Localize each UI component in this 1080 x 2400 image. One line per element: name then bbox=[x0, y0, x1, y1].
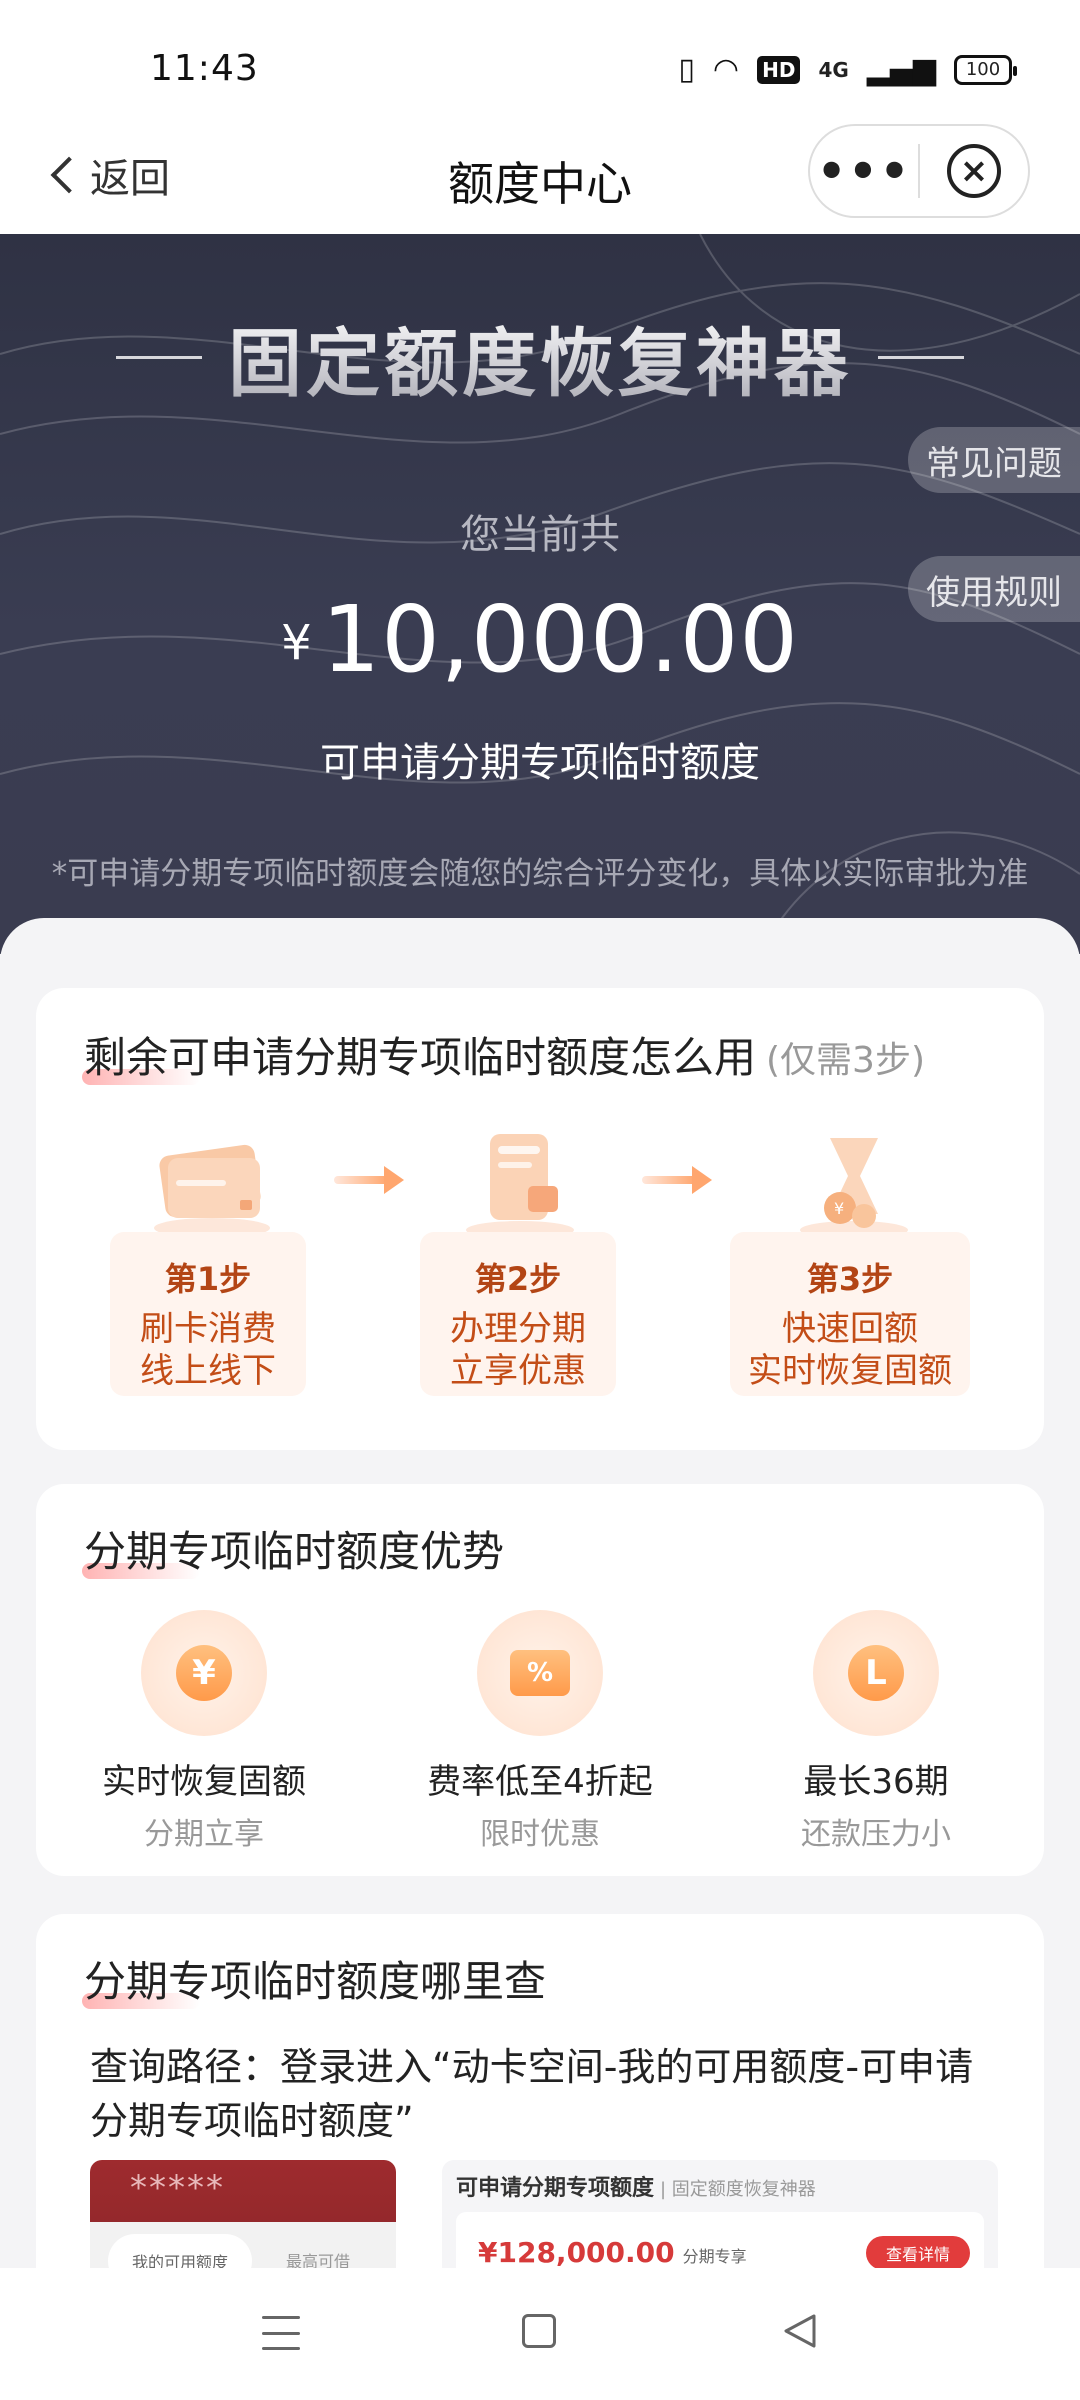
advantage-item: % 费率低至4折起 限时优惠 bbox=[390, 1610, 690, 1853]
wifi-icon: ◠ bbox=[712, 52, 740, 87]
step-1-title: 第1步 bbox=[164, 1260, 252, 1298]
advantages-card: 分期专项临时额度优势 ¥ 实时恢复固额 分期立享 % 费率低至4折起 限时优惠 … bbox=[36, 1484, 1044, 1876]
advantages-title-text: 分期专项临时额度优势 bbox=[84, 1527, 505, 1576]
hero-banner: 固定额度恢复神器 常见问题 使用规则 您当前共 ¥10,000.00 可申请分期… bbox=[0, 234, 1080, 954]
title-divider-right bbox=[878, 356, 964, 359]
where-to-check-title-text: 分期专项临时额度哪里查 bbox=[84, 1957, 547, 2006]
how-to-use-card: 剩余可申请分期专项临时额度怎么用 (仅需3步) ¥ 第1步 刷卡消费 线上线下 … bbox=[36, 988, 1044, 1450]
advantage-sub: 分期立享 bbox=[144, 1817, 264, 1852]
advantage-item: ¥ 实时恢复固额 分期立享 bbox=[54, 1610, 354, 1853]
query-path-text: 查询路径：登录进入“动卡空间-我的可用额度-可申请分期专项临时额度” bbox=[90, 2045, 974, 2143]
step-3: 第3步 快速回额 实时恢复固额 bbox=[730, 1232, 970, 1396]
advantage-label: 费率低至4折起 bbox=[427, 1762, 653, 1802]
status-bar: 11:43 ▯ ◠ HD 4G ▂▄▆ 100 bbox=[0, 0, 1080, 118]
advantage-sub: 限时优惠 bbox=[480, 1817, 600, 1852]
step-3-line1: 快速回额 bbox=[782, 1309, 918, 1349]
faq-tab[interactable]: 常见问题 bbox=[908, 427, 1080, 493]
hero-title: 固定额度恢复神器 bbox=[228, 304, 852, 411]
advantage-label: 实时恢复固额 bbox=[102, 1762, 306, 1802]
status-time: 11:43 bbox=[150, 48, 259, 89]
content-area: 剩余可申请分期专项临时额度怎么用 (仅需3步) ¥ 第1步 刷卡消费 线上线下 … bbox=[0, 918, 1080, 2360]
where-to-check-title: 分期专项临时额度哪里查 bbox=[81, 1948, 547, 2009]
mini-program-capsule: ••• × bbox=[808, 124, 1030, 218]
currency-symbol: ¥ bbox=[281, 615, 312, 671]
advantage-item: L 最长36期 还款压力小 bbox=[726, 1610, 1026, 1853]
hero-title-row: 固定额度恢复神器 bbox=[0, 304, 1080, 411]
screenshot-header: 可申请分期专项额度 | 固定额度恢复神器 bbox=[456, 2176, 816, 2201]
nav-bar: 返回 额度中心 ••• × bbox=[0, 118, 1080, 234]
advantage-sub: 还款压力小 bbox=[801, 1817, 951, 1852]
menu-icon[interactable] bbox=[262, 2316, 300, 2350]
step-3-title: 第3步 bbox=[806, 1260, 894, 1298]
vibrate-icon: ▯ bbox=[678, 52, 695, 87]
how-to-use-title: 剩余可申请分期专项临时额度怎么用 (仅需3步) bbox=[81, 1024, 926, 1085]
step-1: 第1步 刷卡消费 线上线下 bbox=[110, 1232, 306, 1396]
phone-installment-icon bbox=[466, 1134, 574, 1239]
how-to-use-title-text: 剩余可申请分期专项临时额度怎么用 bbox=[84, 1033, 757, 1082]
amount-label: 可申请分期专项临时额度 bbox=[320, 740, 760, 786]
step-2-line2: 立享优惠 bbox=[450, 1351, 586, 1391]
hd-icon: HD bbox=[757, 55, 801, 84]
home-icon[interactable] bbox=[522, 2314, 556, 2348]
system-nav-bar bbox=[0, 2268, 1080, 2400]
screenshot-amount: ¥128,000.00 分期专享 bbox=[478, 2236, 747, 2269]
hero-subtitle: 您当前共 bbox=[460, 512, 620, 558]
title-divider-left bbox=[116, 356, 202, 359]
step-2-title: 第2步 bbox=[474, 1260, 562, 1298]
back-triangle-icon[interactable] bbox=[782, 2312, 818, 2350]
coin-hourglass-icon: ¥ bbox=[800, 1138, 908, 1239]
step-2: 第2步 办理分期 立享优惠 bbox=[420, 1232, 616, 1396]
credit-card-icon bbox=[154, 1144, 270, 1238]
signal-bars-icon: ▂▄▆ bbox=[866, 52, 936, 87]
discount-ticket-icon: % bbox=[477, 1610, 603, 1736]
step-arrow-2 bbox=[642, 1166, 712, 1194]
signal-4g-icon: 4G bbox=[818, 57, 849, 82]
status-icons: ▯ ◠ HD 4G ▂▄▆ 100 bbox=[678, 52, 1017, 87]
step-arrow-1 bbox=[334, 1166, 404, 1194]
svg-text:¥: ¥ bbox=[834, 1199, 844, 1218]
quota-amount: ¥10,000.00 bbox=[0, 586, 1080, 693]
advantages-title: 分期专项临时额度优势 bbox=[81, 1518, 505, 1579]
battery-icon: 100 bbox=[954, 54, 1017, 85]
more-button[interactable]: ••• bbox=[810, 148, 918, 194]
close-button[interactable]: × bbox=[920, 144, 1028, 198]
masked-card-number: ***** bbox=[130, 2168, 225, 2208]
advantage-label: 最长36期 bbox=[803, 1762, 949, 1802]
yen-icon: ¥ bbox=[141, 1610, 267, 1736]
step-2-line1: 办理分期 bbox=[450, 1309, 586, 1349]
step-1-line2: 线上线下 bbox=[140, 1351, 276, 1391]
clock-icon: L bbox=[813, 1610, 939, 1736]
view-details-button: 查看详情 bbox=[866, 2236, 970, 2270]
disclaimer-note: *可申请分期专项临时额度会随您的综合评分变化，具体以实际审批为准 bbox=[51, 856, 1029, 892]
how-to-use-title-note: (仅需3步) bbox=[766, 1040, 926, 1081]
close-icon: × bbox=[946, 144, 1001, 198]
step-1-line1: 刷卡消费 bbox=[140, 1309, 276, 1349]
step-3-line2: 实时恢复固额 bbox=[748, 1351, 952, 1391]
amount-value: 10,000.00 bbox=[321, 586, 799, 693]
